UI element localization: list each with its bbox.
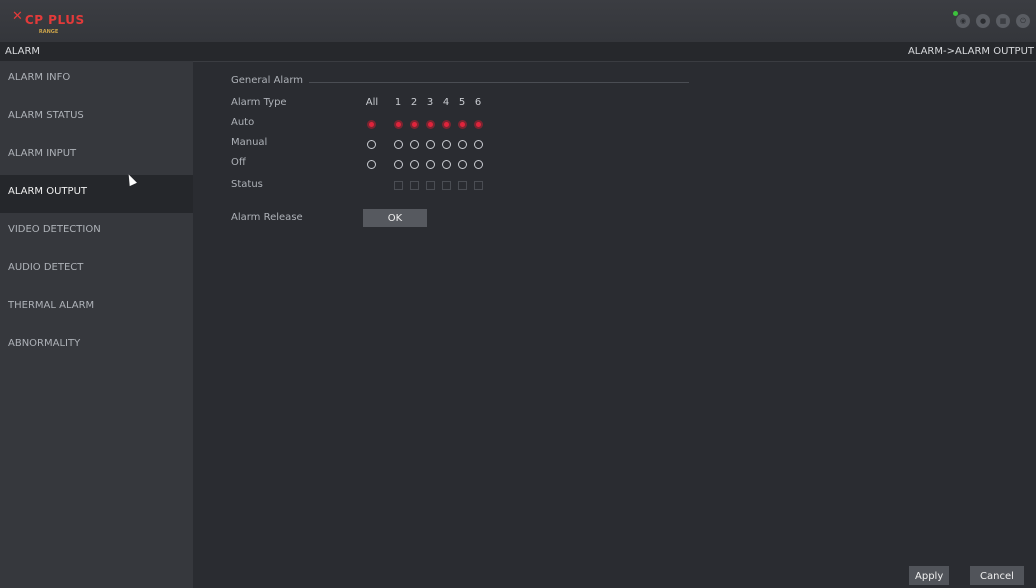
auto-1-radio[interactable]: [394, 120, 403, 129]
off-label: Off: [231, 157, 246, 168]
auto-3-radio[interactable]: [426, 120, 435, 129]
auto-label: Auto: [231, 117, 255, 128]
auto-4-radio[interactable]: [442, 120, 451, 129]
auto-6-radio[interactable]: [474, 120, 483, 129]
column-header-4: 4: [442, 97, 450, 108]
off-2-radio[interactable]: [410, 160, 419, 169]
auto-5-radio[interactable]: [458, 120, 467, 129]
off-1-radio[interactable]: [394, 160, 403, 169]
logo-text: CP PLUS: [24, 13, 85, 27]
alarm-type-label: Alarm Type: [231, 97, 287, 108]
column-header-3: 3: [426, 97, 434, 108]
column-header-1: 1: [394, 97, 402, 108]
sidebar-item-video-detection[interactable]: VIDEO DETECTION: [0, 213, 193, 251]
sidebar: ALARM INFO ALARM STATUS ALARM INPUT ALAR…: [0, 61, 193, 588]
main-content: General Alarm Alarm Type All 1 2 3 4 5 6…: [193, 61, 1036, 588]
auto-all-radio[interactable]: [367, 120, 376, 129]
cancel-button[interactable]: Cancel: [970, 566, 1024, 585]
manual-5-radio[interactable]: [458, 140, 467, 149]
page-title: ALARM: [5, 46, 41, 57]
status-label: Status: [231, 179, 263, 190]
manual-1-radio[interactable]: [394, 140, 403, 149]
status-indicator-6: [474, 181, 483, 190]
off-3-radio[interactable]: [426, 160, 435, 169]
column-header-all: All: [365, 97, 379, 108]
status-indicator-4: [442, 181, 451, 190]
sidebar-item-alarm-input[interactable]: ALARM INPUT: [0, 137, 193, 175]
status-indicator-3: [426, 181, 435, 190]
user-icon[interactable]: ●: [976, 14, 990, 28]
off-all-radio[interactable]: [367, 160, 376, 169]
grid-icon[interactable]: ▦: [996, 14, 1010, 28]
breadcrumb: ALARM->ALARM OUTPUT: [907, 46, 1034, 57]
title-bar: ALARM ALARM->ALARM OUTPUT: [0, 42, 1036, 62]
status-indicator-1: [394, 181, 403, 190]
brand-logo: ✕ CP PLUS RANGE: [12, 9, 85, 35]
manual-label: Manual: [231, 137, 268, 148]
auto-2-radio[interactable]: [410, 120, 419, 129]
sidebar-item-alarm-info[interactable]: ALARM INFO: [0, 61, 193, 99]
column-header-2: 2: [410, 97, 418, 108]
sidebar-item-audio-detect[interactable]: AUDIO DETECT: [0, 251, 193, 289]
logo-subtext: RANGE: [38, 29, 59, 35]
off-5-radio[interactable]: [458, 160, 467, 169]
sidebar-item-alarm-output[interactable]: ALARM OUTPUT: [0, 175, 193, 213]
manual-6-radio[interactable]: [474, 140, 483, 149]
sidebar-item-thermal-alarm[interactable]: THERMAL ALARM: [0, 289, 193, 327]
apply-button[interactable]: Apply: [909, 566, 949, 585]
manual-3-radio[interactable]: [426, 140, 435, 149]
off-6-radio[interactable]: [474, 160, 483, 169]
power-icon[interactable]: ⏻: [1016, 14, 1030, 28]
general-alarm-section: General Alarm: [231, 75, 689, 86]
logo-mark-icon: ✕: [12, 9, 23, 24]
status-indicator-5: [458, 181, 467, 190]
alarm-release-ok-button[interactable]: OK: [363, 209, 427, 227]
column-header-5: 5: [458, 97, 466, 108]
top-bar: ✕ CP PLUS RANGE ◉ ● ▦ ⏻: [0, 0, 1036, 42]
manual-all-radio[interactable]: [367, 140, 376, 149]
off-4-radio[interactable]: [442, 160, 451, 169]
manual-2-radio[interactable]: [410, 140, 419, 149]
sidebar-item-abnormality[interactable]: ABNORMALITY: [0, 327, 193, 365]
sidebar-item-alarm-status[interactable]: ALARM STATUS: [0, 99, 193, 137]
eye-icon[interactable]: ◉: [953, 11, 970, 28]
manual-4-radio[interactable]: [442, 140, 451, 149]
alarm-release-label: Alarm Release: [231, 212, 303, 223]
section-divider: [309, 82, 689, 83]
status-indicator-2: [410, 181, 419, 190]
general-alarm-title: General Alarm: [231, 75, 304, 86]
column-header-6: 6: [474, 97, 482, 108]
